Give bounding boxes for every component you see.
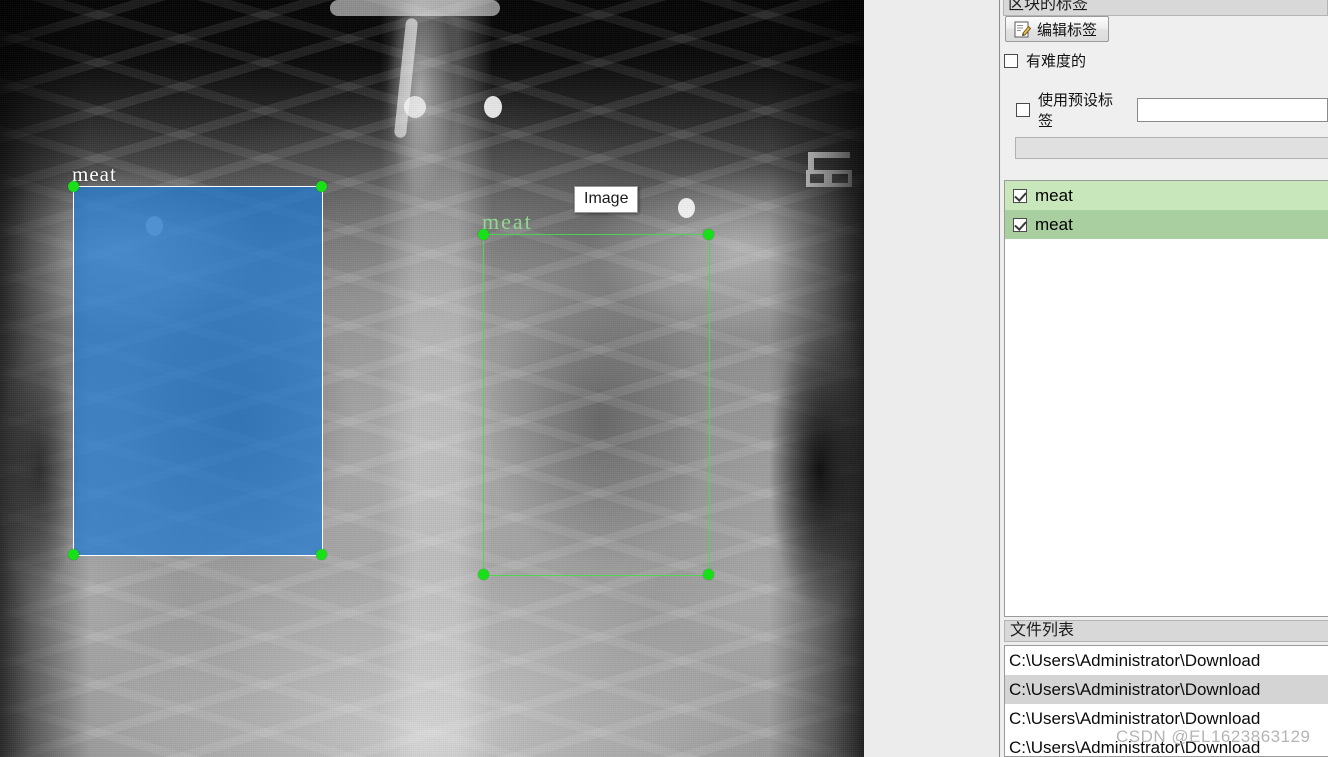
resize-handle-top-right[interactable] [703,229,714,240]
label-item-text: meat [1035,185,1073,205]
resize-handle-bottom-right[interactable] [316,549,327,560]
file-list-item[interactable]: C:\Users\Administrator\Download [1005,704,1328,733]
bounding-box-selected[interactable]: meat [68,162,327,560]
bounding-box-label: meat [482,209,533,234]
resize-handle-top-left[interactable] [478,229,489,240]
file-list[interactable]: C:\Users\Administrator\Download C:\Users… [1004,645,1328,757]
edit-pencil-icon [1014,21,1032,38]
label-list-item[interactable]: meat [1005,210,1328,239]
bounding-box-label: meat [72,162,117,186]
edit-label-button[interactable]: 编辑标签 [1005,16,1110,42]
difficult-checkbox-row[interactable]: 有难度的 [1004,50,1086,71]
bounding-box-unselected[interactable]: meat [478,209,714,580]
box-labels-title: 区块的标签 [1003,0,1328,16]
use-default-label-checkbox[interactable] [1016,103,1030,117]
use-default-label-row[interactable]: 使用预设标签 [1016,89,1328,131]
edit-label-button-text: 编辑标签 [1037,21,1098,39]
label-item-checkbox[interactable] [1013,217,1027,232]
label-list[interactable]: meat meat [1004,180,1328,617]
resize-handle-bottom-right[interactable] [703,569,714,580]
resize-handle-top-right[interactable] [316,181,327,192]
file-list-item[interactable]: C:\Users\Administrator\Download [1005,675,1328,704]
canvas-background-filler [864,0,1000,757]
labelimg-window: meat meat Image 区块的标签 编辑标签 有难度的 使用预设标签 m… [0,0,1328,757]
resize-handle-bottom-left[interactable] [478,569,489,580]
file-list-item[interactable]: C:\Users\Administrator\Download [1005,733,1328,756]
use-default-label-text: 使用预设标签 [1038,92,1114,130]
resize-handle-bottom-left[interactable] [68,549,79,560]
difficult-checkbox-label: 有难度的 [1026,53,1087,70]
image-canvas[interactable]: meat meat Image [0,0,864,757]
secondary-combo-box[interactable] [1015,137,1328,159]
default-label-input[interactable] [1137,98,1328,122]
file-list-item[interactable]: C:\Users\Administrator\Download [1005,646,1328,675]
label-item-text: meat [1035,214,1073,234]
image-tooltip: Image [574,186,639,213]
file-list-title: 文件列表 [1004,620,1328,642]
label-list-item[interactable]: meat [1005,181,1328,210]
difficult-checkbox[interactable] [1004,53,1018,68]
resize-handle-top-left[interactable] [68,181,79,192]
right-dock-panel: 区块的标签 编辑标签 有难度的 使用预设标签 meat meat 文件列表 C:… [1001,0,1328,757]
label-item-checkbox[interactable] [1013,188,1027,203]
